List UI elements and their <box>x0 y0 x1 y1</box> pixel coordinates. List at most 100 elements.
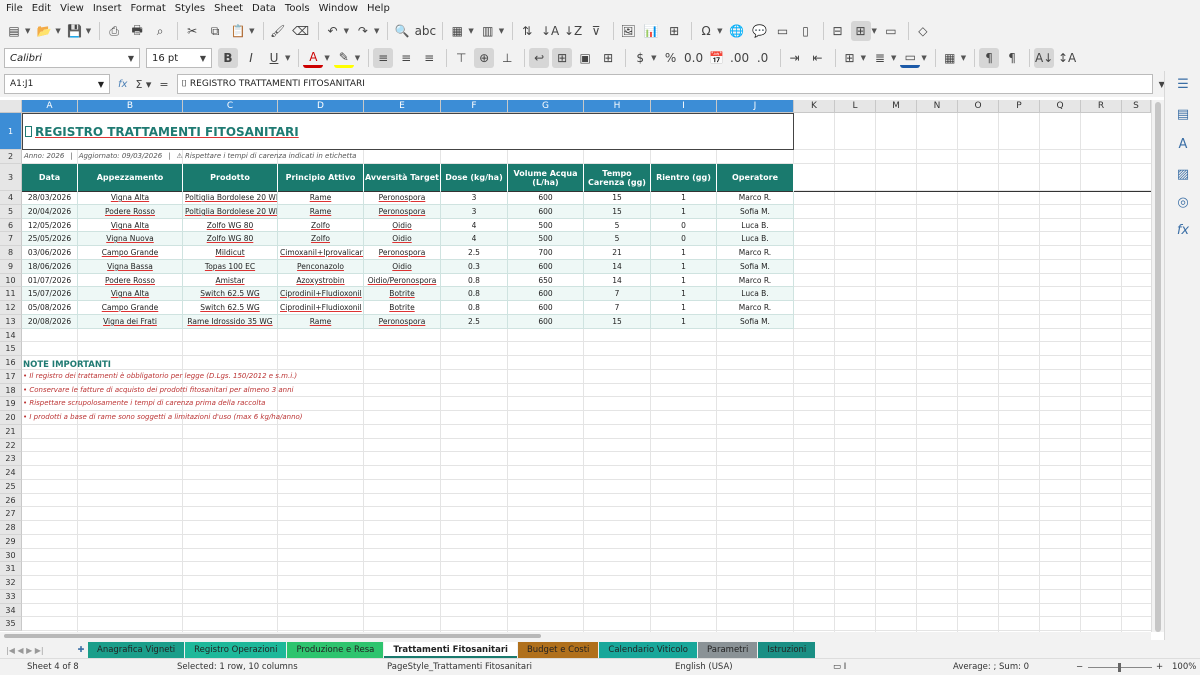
table-header-cell[interactable]: Rientro (gg) <box>651 164 717 191</box>
shapes-icon[interactable]: ◇ <box>913 21 933 41</box>
functions-icon[interactable]: fx <box>1174 223 1192 241</box>
table-cell[interactable]: 1 <box>651 274 717 287</box>
merge-cells-icon[interactable]: ▣ <box>575 48 595 68</box>
table-header-cell[interactable]: Appezzamento <box>78 164 183 191</box>
table-cell[interactable]: Ciprodinil+Fludioxonil <box>278 287 364 301</box>
table-cell[interactable]: Rame <box>278 205 364 219</box>
table-cell[interactable]: 1 <box>651 301 717 315</box>
table-cell[interactable]: Marco R. <box>717 301 794 315</box>
table-cell[interactable]: 1 <box>651 246 717 260</box>
row-header-2[interactable]: 2 <box>0 150 22 164</box>
table-cell[interactable]: Campo Grande <box>78 301 183 315</box>
table-cell[interactable]: 28/03/2026 <box>22 191 78 205</box>
menu-item-file[interactable]: File <box>6 3 23 14</box>
comment-icon[interactable]: 💬 <box>750 21 770 41</box>
table-header-cell[interactable]: Principio Attivo <box>278 164 364 191</box>
table-cell[interactable]: 18/06/2026 <box>22 260 78 274</box>
table-cell[interactable]: Botrite <box>364 287 441 301</box>
decrease-indent-icon[interactable]: ⇤ <box>808 48 828 68</box>
cut-icon[interactable]: ✂ <box>182 21 202 41</box>
table-cell[interactable]: 2.5 <box>441 315 508 329</box>
chevron-down-icon[interactable]: ▼ <box>200 54 206 63</box>
row-header-33[interactable]: 33 <box>0 590 22 604</box>
table-cell[interactable]: Vigna Bassa <box>78 260 183 274</box>
row-header-19[interactable]: 19 <box>0 397 22 411</box>
table-cell[interactable]: 0.3 <box>441 260 508 274</box>
styles-icon[interactable]: A <box>1174 137 1192 155</box>
zoom-out-icon[interactable]: − <box>1076 662 1083 672</box>
row-header-16[interactable]: 16 <box>0 356 22 370</box>
table-cell[interactable]: Vigna Alta <box>78 191 183 205</box>
sort-icon[interactable]: ⇅ <box>517 21 537 41</box>
table-cell[interactable]: 5 <box>584 232 651 246</box>
table-cell[interactable]: Zolfo WG 80 <box>183 219 278 232</box>
table-cell[interactable]: Peronospora <box>364 205 441 219</box>
table-cell[interactable]: Rame <box>278 315 364 329</box>
headers-footers-icon[interactable]: ▭ <box>773 21 793 41</box>
clone-formatting-icon[interactable]: 🖌 <box>268 21 288 41</box>
table-cell[interactable]: Poltiglia Bordolese 20 WP <box>183 205 278 219</box>
spreadsheet-grid[interactable]: A B C D E F G H I J K L M N O P Q R S 1 2 3 4 5 6 7 8 9 10 11 12 13 14 15… <box>0 100 1151 632</box>
table-header-cell[interactable]: Dose (kg/ha) <box>441 164 508 191</box>
table-cell[interactable]: 1 <box>651 315 717 329</box>
column-header-n[interactable]: N <box>917 100 958 113</box>
table-cell[interactable]: 0.8 <box>441 274 508 287</box>
table-cell[interactable]: 3 <box>441 191 508 205</box>
select-all-corner[interactable] <box>0 100 22 113</box>
table-cell[interactable]: Amistar <box>183 274 278 287</box>
borders-icon[interactable]: ⊞ <box>840 48 860 68</box>
table-cell[interactable]: 1 <box>651 191 717 205</box>
column-header-m[interactable]: M <box>876 100 917 113</box>
column-header-i[interactable]: I <box>651 100 717 113</box>
row-icon[interactable]: ▦ <box>447 21 467 41</box>
menu-item-insert[interactable]: Insert <box>93 3 122 14</box>
formula-input[interactable]: ⌷ REGISTRO TRATTAMENTI FITOSANITARI <box>176 74 1153 94</box>
table-cell[interactable]: 1 <box>651 260 717 274</box>
table-cell[interactable]: 2.5 <box>441 246 508 260</box>
table-cell[interactable]: Topas 100 EC <box>183 260 278 274</box>
column-header-c[interactable]: C <box>183 100 278 113</box>
table-cell[interactable]: 0 <box>651 232 717 246</box>
table-cell[interactable]: 15 <box>584 205 651 219</box>
row-header-18[interactable]: 18 <box>0 384 22 397</box>
table-cell[interactable]: Vigna Alta <box>78 219 183 232</box>
clear-formatting-icon[interactable]: ⌫ <box>291 21 311 41</box>
column-header-r[interactable]: R <box>1081 100 1122 113</box>
row-header-21[interactable]: 21 <box>0 425 22 439</box>
table-cell[interactable]: Vigna dei Frati <box>78 315 183 329</box>
row-header-30[interactable]: 30 <box>0 549 22 562</box>
conditional-format-icon[interactable]: ▦ <box>940 48 960 68</box>
table-cell[interactable]: Switch 62.5 WG <box>183 287 278 301</box>
table-cell[interactable]: 500 <box>508 232 584 246</box>
insert-chart-icon[interactable]: 📊 <box>641 21 661 41</box>
row-header-25[interactable]: 25 <box>0 480 22 494</box>
column-header-h[interactable]: H <box>584 100 651 113</box>
menu-item-help[interactable]: Help <box>367 3 390 14</box>
center-vertically-icon[interactable]: ⊕ <box>474 48 495 68</box>
table-cell[interactable]: 600 <box>508 205 584 219</box>
table-cell[interactable]: Marco R. <box>717 246 794 260</box>
row-header-26[interactable]: 26 <box>0 494 22 507</box>
table-cell[interactable]: Luca B. <box>717 287 794 301</box>
table-cell[interactable]: Campo Grande <box>78 246 183 260</box>
merge-center-icon[interactable]: ⊞ <box>552 48 573 68</box>
vertical-text-icon[interactable]: ↕A <box>1057 48 1077 68</box>
row-header-31[interactable]: 31 <box>0 562 22 576</box>
align-left-icon[interactable]: ≡ <box>373 48 394 68</box>
split-window-icon[interactable]: ⊞ <box>850 21 871 41</box>
copy-icon[interactable]: ⧉ <box>205 21 225 41</box>
number-format-icon[interactable]: 0.0 <box>684 48 704 68</box>
align-right-icon[interactable]: ≡ <box>419 48 439 68</box>
table-cell[interactable]: Rame Idrossido 35 WG <box>183 315 278 329</box>
row-header-3[interactable]: 3 <box>0 164 22 191</box>
column-header-p[interactable]: P <box>999 100 1040 113</box>
right-to-left-icon[interactable]: ¶ <box>1002 48 1022 68</box>
table-cell[interactable]: 0 <box>651 219 717 232</box>
export-pdf-icon[interactable]: ⎙ <box>104 21 124 41</box>
row-header-29[interactable]: 29 <box>0 535 22 549</box>
row-header-17[interactable]: 17 <box>0 370 22 384</box>
menu-item-tools[interactable]: Tools <box>285 3 310 14</box>
freeze-rows-columns-icon[interactable]: ⊟ <box>828 21 848 41</box>
table-cell[interactable]: 05/08/2026 <box>22 301 78 315</box>
table-cell[interactable]: Sofia M. <box>717 315 794 329</box>
